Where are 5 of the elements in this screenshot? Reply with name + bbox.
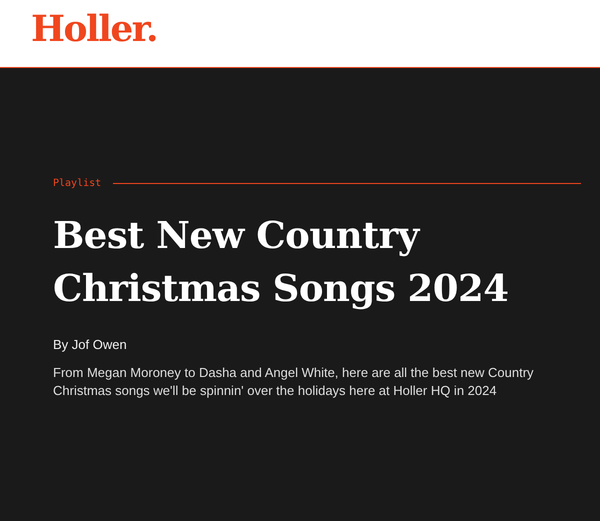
category-label[interactable]: Playlist xyxy=(53,178,102,189)
byline: By Jof Owen xyxy=(53,337,128,352)
article-description: From Megan Moroney to Dasha and Angel White, here are all the best new Country Christmas songs we'll be spinnin' over the holidays here at Holler HQ in 2024 xyxy=(53,364,535,400)
article-title: Best New Country Christmas Songs 2024 xyxy=(53,212,510,312)
site-logo[interactable]: Holler. xyxy=(31,8,157,50)
